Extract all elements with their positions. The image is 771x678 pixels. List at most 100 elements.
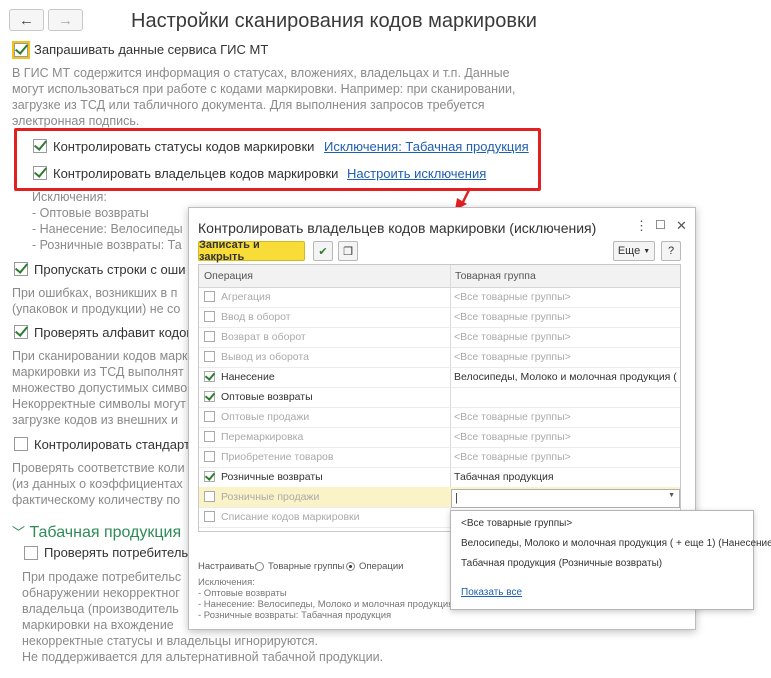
control-owners-label: Контролировать владельцев кодов маркиров… <box>53 166 339 181</box>
close-icon[interactable]: ✕ <box>676 218 687 234</box>
table-row[interactable]: Вывод из оборота <Все товарные группы> <box>199 347 680 368</box>
dropdown-item-tobacco[interactable]: Табачная продукция (Розничные возвраты) <box>461 558 662 569</box>
summary-line-1: Исключения: <box>198 577 255 588</box>
show-all-link[interactable]: Показать все <box>461 587 522 598</box>
row-product-group: <Все товарные группы> <box>454 451 571 463</box>
check-alphabet-checkbox[interactable] <box>14 325 28 339</box>
radio-product-groups-label: Товарные группы <box>268 561 345 572</box>
dropdown-item-bicycles-milk[interactable]: Велосипеды, Молоко и молочная продукция … <box>461 538 771 549</box>
row-product-group: <Все товарные группы> <box>454 411 571 423</box>
alphabet-desc-2: маркировки из ТСД выполнят <box>12 365 184 379</box>
row-checkbox[interactable] <box>204 411 215 422</box>
row-checkbox[interactable] <box>204 351 215 362</box>
summary-line-2: - Оптовые возвраты <box>198 588 287 599</box>
row-operation: Оптовые продажи <box>221 411 310 423</box>
group-input-field[interactable]: | ▼ <box>451 489 680 508</box>
configure-exceptions-link[interactable]: Настроить исключения <box>347 166 486 181</box>
control-statuses-checkbox[interactable] <box>33 139 47 153</box>
row-checkbox[interactable] <box>204 471 215 482</box>
row-checkbox[interactable] <box>204 391 215 402</box>
row-operation: Перемаркировка <box>221 431 304 443</box>
forward-button[interactable]: → <box>48 9 83 31</box>
row-operation: Возврат в оборот <box>221 331 306 343</box>
alphabet-desc-4: Некорректные символы могут <box>12 397 186 411</box>
help-button[interactable]: ? <box>661 241 681 261</box>
radio-operations-label: Операции <box>359 561 404 572</box>
row-checkbox[interactable] <box>204 331 215 342</box>
column-product-group[interactable]: Товарная группа <box>455 270 536 282</box>
gis-description-2: могут использоваться при работе с кодами… <box>12 82 516 96</box>
row-checkbox[interactable] <box>204 431 215 442</box>
tobacco-section-header[interactable]: ﹀ Табачная продукция <box>12 522 181 542</box>
table-row[interactable]: Перемаркировка <Все товарные группы> <box>199 427 680 448</box>
row-checkbox[interactable] <box>204 491 215 502</box>
standard-desc-3: фактическому количеству по <box>12 493 181 507</box>
row-checkbox[interactable] <box>204 511 215 522</box>
row-operation: Агрегация <box>221 291 271 303</box>
more-button[interactable]: Еще ▼ <box>613 241 655 261</box>
row-product-group: <Все товарные группы> <box>454 431 571 443</box>
more-menu-icon[interactable]: ⋮ <box>635 218 648 234</box>
maximize-icon[interactable]: ☐ <box>655 218 666 232</box>
chevron-down-icon: ﹀ <box>12 525 26 540</box>
control-owners-checkbox[interactable] <box>33 166 47 180</box>
row-operation: Списание кодов маркировки <box>221 511 360 523</box>
gis-description-4: электронная подпись. <box>12 114 140 128</box>
tobacco-desc-1: При продаже потребительс <box>22 570 182 584</box>
control-statuses-label: Контролировать статусы кодов маркировки <box>53 139 315 154</box>
radio-product-groups[interactable] <box>255 562 264 571</box>
radio-operations[interactable] <box>346 562 355 571</box>
gis-description-1: В ГИС МТ содержится информация о статуса… <box>12 66 510 80</box>
skip-desc-2: (упаковок и продукции) не со <box>12 302 181 316</box>
table-row[interactable]: Агрегация <Все товарные группы> <box>199 287 680 308</box>
table-row[interactable]: Приобретение товаров <Все товарные группы… <box>199 447 680 468</box>
skip-rows-checkbox[interactable] <box>14 262 28 276</box>
skip-rows-label: Пропускать строки с оши <box>34 262 186 277</box>
exceptions-line-2: - Нанесение: Велосипеды <box>32 222 183 236</box>
copy-button[interactable]: ❐ <box>338 241 358 261</box>
standard-desc-2: (из данных о коэффициентах <box>12 477 183 491</box>
back-button[interactable]: ← <box>9 9 44 31</box>
summary-line-4: - Розничные возвраты: Табачная продукция <box>198 610 392 621</box>
table-row[interactable]: Возврат в оборот <Все товарные группы> <box>199 327 680 348</box>
table-row[interactable]: Оптовые продажи <Все товарные группы> <box>199 407 680 428</box>
row-operation: Розничные продажи <box>221 491 320 503</box>
more-label: Еще <box>617 245 641 257</box>
exceptions-line-3: - Розничные возвраты: Та <box>32 238 182 252</box>
column-operation[interactable]: Операция <box>204 270 253 282</box>
row-product-group: <Все товарные группы> <box>454 351 571 363</box>
page-title: Настройки сканирования кодов маркировки <box>131 10 537 32</box>
check-consumer-checkbox[interactable] <box>24 546 38 560</box>
dropdown-item-all-groups[interactable]: <Все товарные группы> <box>461 518 572 529</box>
control-standard-checkbox[interactable] <box>14 437 28 451</box>
row-product-group: <Все товарные группы> <box>454 291 571 303</box>
table-row[interactable]: Розничные возвраты Табачная продукция <box>199 467 680 488</box>
request-gis-label: Запрашивать данные сервиса ГИС МТ <box>34 42 269 57</box>
check-consumer-label: Проверять потребительс <box>44 545 195 560</box>
request-gis-checkbox[interactable] <box>12 41 30 59</box>
customize-label: Настраивать: <box>198 561 258 572</box>
select-dropdown-icon[interactable]: ▼ <box>668 492 675 499</box>
tobacco-desc-6: Не поддерживается для альтернативной таб… <box>22 650 384 664</box>
check-all-button[interactable]: ✔ <box>313 241 333 261</box>
table-row[interactable]: Ввод в оборот <Все товарные группы> <box>199 307 680 328</box>
row-product-group: Табачная продукция <box>454 471 554 483</box>
exceptions-line-1: - Оптовые возвраты <box>32 206 149 220</box>
row-checkbox[interactable] <box>204 451 215 462</box>
save-and-close-button[interactable]: Записать и закрыть <box>198 239 305 263</box>
alphabet-desc-5: загрузке кодов из внешних и <box>12 413 179 427</box>
tobacco-section-title: Табачная продукция <box>29 524 182 541</box>
exceptions-table: Операция Товарная группа Агрегация <Все т… <box>198 264 681 532</box>
dialog-title: Контролировать владельцев кодов маркиров… <box>198 220 597 236</box>
table-row[interactable]: Оптовые возвраты <box>199 387 680 408</box>
summary-line-3: - Нанесение: Велосипеды, Молоко и молочн… <box>198 599 470 610</box>
row-checkbox[interactable] <box>204 291 215 302</box>
standard-desc-1: Проверять соответствие коли <box>12 461 185 475</box>
statuses-exceptions-link[interactable]: Исключения: Табачная продукция <box>324 139 529 154</box>
row-checkbox[interactable] <box>204 371 215 382</box>
table-row[interactable]: Нанесение Велосипеды, Молоко и молочная п… <box>199 367 680 388</box>
table-header: Операция Товарная группа <box>199 265 680 288</box>
row-operation: Ввод в оборот <box>221 311 291 323</box>
row-product-group: <Все товарные группы> <box>454 311 571 323</box>
row-checkbox[interactable] <box>204 311 215 322</box>
